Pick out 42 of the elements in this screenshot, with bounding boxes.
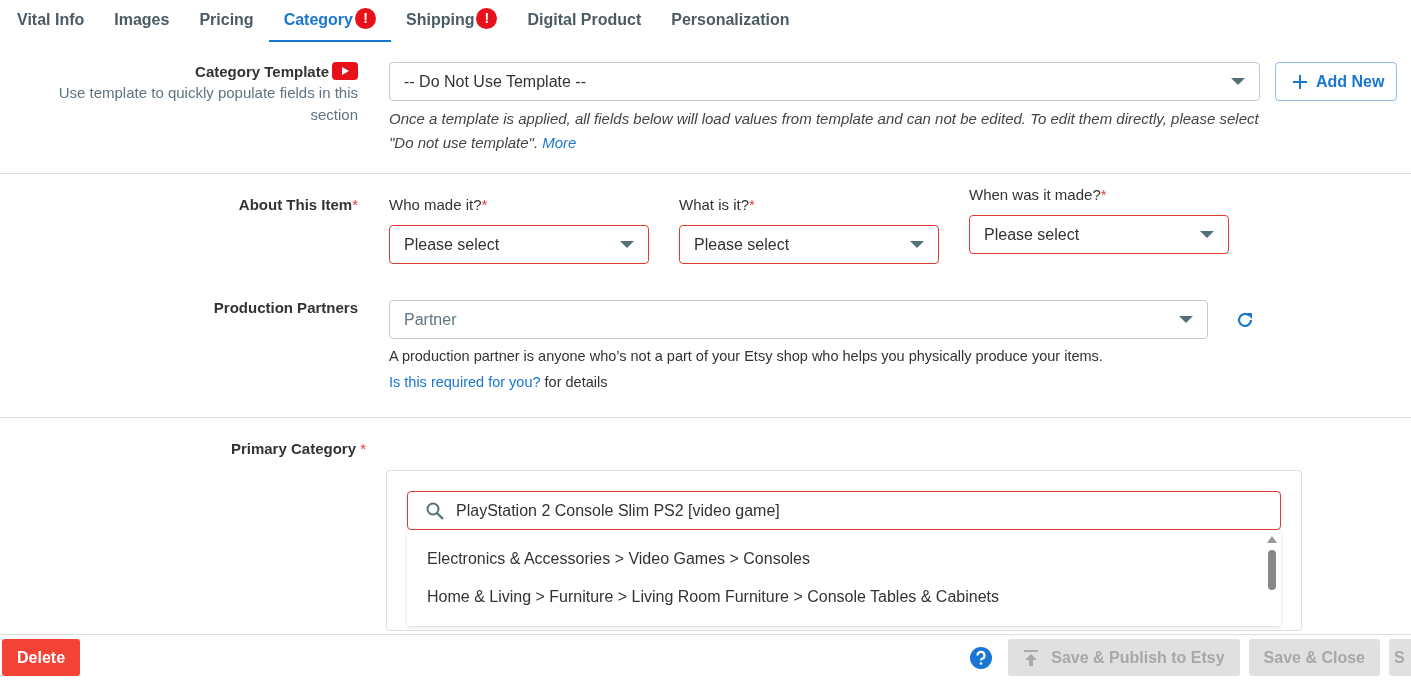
refresh-icon[interactable] (1236, 310, 1254, 329)
select-field[interactable]: Please select (969, 215, 1229, 254)
caret-icon (910, 240, 924, 249)
category-option[interactable]: Home & Living > Furniture > Living Room Furniture > Console Tables & Cabinets (407, 578, 1263, 616)
search-icon (426, 501, 444, 520)
field-label: What is it?* (679, 196, 756, 213)
delete-button[interactable]: Delete (2, 639, 81, 676)
tab[interactable]: Pricing (184, 0, 269, 42)
search-field[interactable]: PlayStation 2 Console Slim PS2 [video game] (407, 491, 1281, 530)
more-link[interactable]: More (542, 134, 577, 151)
select-field[interactable]: Please select (679, 225, 939, 264)
field-label: Production Partners (213, 299, 358, 316)
caret-icon (1200, 230, 1214, 239)
field-hint: Use template to quickly populate fields in this section (57, 83, 358, 125)
error-badge: ! (476, 7, 498, 29)
tab[interactable]: Shipping ! (391, 0, 513, 42)
caret-icon (1179, 315, 1193, 324)
help-icon[interactable] (970, 646, 993, 669)
tab[interactable]: Images (99, 0, 185, 42)
field-label: When was it made?* (969, 186, 1108, 203)
partner-note: A production partner is anyone who’s not a part of your Etsy shop who helps you physically produce your items. Is this required for you? for details (389, 347, 1104, 392)
select-field[interactable]: Please select (389, 225, 649, 264)
field-label: Primary Category * (230, 440, 366, 457)
tab[interactable]: Digital Product (512, 0, 657, 42)
add-new-button[interactable]: Add New (1275, 62, 1398, 101)
field-label: About This Item* (238, 196, 358, 213)
template-note: Once a template is applied, all fields below will load values from template and can not be edited. To edit them directly, please select "Do not use template". More (389, 109, 1259, 153)
tab[interactable]: Vital Info (2, 0, 100, 42)
select-field[interactable]: Partner (389, 300, 1208, 339)
tab[interactable]: Category ! (268, 0, 391, 42)
category-option[interactable]: Electronics & Accessories > Video Games > Consoles (407, 540, 1263, 578)
upload-icon (1023, 648, 1040, 667)
select-field[interactable]: -- Do Not Use Template -- (389, 62, 1260, 101)
field-label: Category Template (195, 62, 329, 80)
caret-icon (1231, 77, 1245, 86)
video-play-icon[interactable] (332, 62, 358, 80)
error-badge: ! (355, 7, 376, 29)
plus-icon (1292, 73, 1308, 90)
caret-icon (620, 240, 634, 249)
tab[interactable]: Personalization (656, 0, 805, 42)
field-label: Who made it?* (389, 196, 489, 213)
help-link[interactable]: Is this required for you? (389, 374, 541, 390)
